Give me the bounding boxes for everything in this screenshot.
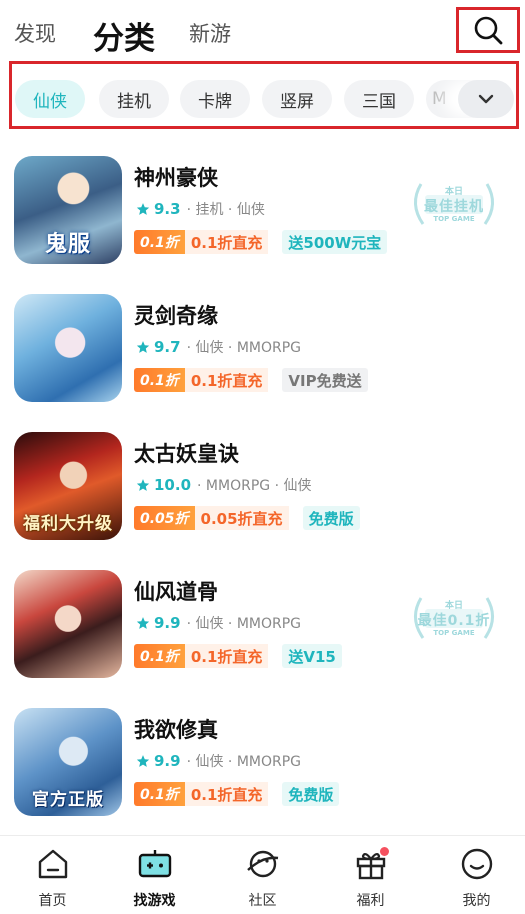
game-card[interactable]: 鬼服 神州豪侠 9.3 · 挂机 · 仙侠 0.1折 0.1折直充 送500W元… (0, 156, 525, 266)
game-tags: · 仙侠 · MMORPG (186, 754, 302, 770)
game-meta: 9.9 · 仙侠 · MMORPG (136, 613, 301, 633)
planet-icon (247, 850, 279, 878)
star-icon (136, 755, 150, 767)
game-card[interactable]: 灵剑奇缘 9.7 · 仙侠 · MMORPG 0.1折 0.1折直充 VIP免费… (0, 294, 525, 404)
game-title: 太古妖皇诀 (134, 442, 239, 466)
game-score: 10.0 (154, 476, 192, 494)
perk-tag: VIP免费送 (282, 368, 368, 392)
nav-label: 我的 (462, 893, 491, 909)
game-meta: 9.3 · 挂机 · 仙侠 (136, 199, 265, 219)
tab-category[interactable]: 分类 (93, 13, 155, 58)
game-tags: · 仙侠 · MMORPG (186, 340, 302, 356)
discount-badge: 0.1折 (134, 644, 185, 668)
nav-find-games[interactable]: 找游戏 (102, 836, 207, 914)
chip-xianxia[interactable]: 仙侠 (15, 80, 85, 118)
cover-caption: 福利大升级 (23, 514, 113, 534)
perk-tag: 免费版 (302, 506, 360, 530)
game-meta: 9.9 · 仙侠 · MMORPG (136, 751, 301, 771)
game-title: 我欲修真 (134, 718, 218, 742)
game-score: 9.9 (154, 614, 181, 632)
deal-row: 0.1折 0.1折直充 VIP免费送 (134, 368, 368, 392)
top-tab-bar: 发现 分类 新游 (0, 0, 525, 62)
discount-badge: 0.1折 (134, 782, 185, 806)
game-cover-image (14, 570, 122, 678)
game-cover-image: 福利大升级 (14, 432, 122, 540)
discount-text: 0.1折直充 (184, 644, 269, 668)
chip-card[interactable]: 卡牌 (180, 80, 250, 118)
discount-text: 0.1折直充 (184, 230, 269, 254)
game-title: 仙风道骨 (134, 580, 218, 604)
game-cover-image: 鬼服 (14, 156, 122, 264)
game-title: 灵剑奇缘 (134, 304, 218, 328)
award-line-3: TOP GAME (433, 629, 475, 637)
chip-three-kingdoms[interactable]: 三国 (344, 80, 414, 118)
cover-caption: 鬼服 (44, 232, 91, 257)
game-card[interactable]: 官方正版 我欲修真 9.9 · 仙侠 · MMORPG 0.1折 0.1折直充 … (0, 708, 525, 818)
cover-caption: 官方正版 (32, 790, 104, 810)
smile-icon (461, 848, 493, 880)
discount-text: 0.05折直充 (194, 506, 289, 530)
game-cover-image (14, 294, 122, 402)
game-title: 神州豪侠 (134, 166, 218, 190)
game-cover-image: 官方正版 (14, 708, 122, 816)
game-score: 9.9 (154, 752, 181, 770)
nav-home[interactable]: 首页 (0, 836, 105, 914)
nav-community[interactable]: 社区 (210, 836, 315, 914)
tab-discover[interactable]: 发现 (14, 18, 56, 48)
award-line-2: 最佳0.1折 (417, 613, 491, 629)
nav-welfare[interactable]: 福利 (318, 836, 423, 914)
chip-vertical[interactable]: 竖屏 (262, 80, 332, 118)
nav-label: 首页 (38, 893, 67, 909)
game-tags: · MMORPG · 仙侠 (197, 478, 312, 494)
deal-row: 0.1折 0.1折直充 免费版 (134, 782, 340, 806)
star-icon (136, 203, 150, 215)
game-tags: · 仙侠 · MMORPG (186, 616, 302, 632)
game-card[interactable]: 仙风道骨 9.9 · 仙侠 · MMORPG 0.1折 0.1折直充 送V15 … (0, 570, 525, 680)
star-icon (136, 479, 150, 491)
perk-tag: 送V15 (282, 644, 342, 668)
chevron-down-icon (478, 94, 494, 104)
category-chip-row: 仙侠 挂机 卡牌 竖屏 三国 M (9, 61, 519, 129)
award-badge: 本日 最佳0.1折 TOP GAME (407, 592, 501, 646)
discount-badge: 0.1折 (134, 230, 185, 254)
notification-dot (380, 847, 389, 856)
search-icon (474, 16, 503, 45)
star-icon (136, 341, 150, 353)
deal-row: 0.05折 0.05折直充 免费版 (134, 506, 360, 530)
award-line-2: 最佳挂机 (424, 199, 484, 215)
award-line-3: TOP GAME (433, 215, 475, 223)
search-button[interactable] (456, 7, 520, 53)
game-meta: 9.7 · 仙侠 · MMORPG (136, 337, 301, 357)
star-icon (136, 617, 150, 629)
game-card[interactable]: 福利大升级 太古妖皇诀 10.0 · MMORPG · 仙侠 0.05折 0.0… (0, 432, 525, 542)
discount-badge: 0.05折 (134, 506, 195, 530)
nav-label: 社区 (248, 893, 277, 909)
game-score: 9.7 (154, 338, 181, 356)
nav-label: 福利 (356, 893, 385, 909)
perk-tag: 免费版 (282, 782, 340, 806)
discount-badge: 0.1折 (134, 368, 185, 392)
expand-categories-button[interactable] (458, 80, 514, 118)
award-badge: 本日 最佳挂机 TOP GAME (407, 178, 501, 232)
deal-row: 0.1折 0.1折直充 送500W元宝 (134, 230, 388, 254)
gamepad-icon (138, 850, 172, 878)
game-tags: · 挂机 · 仙侠 (186, 202, 265, 218)
discount-text: 0.1折直充 (184, 368, 269, 392)
home-icon (38, 849, 68, 879)
chip-idle[interactable]: 挂机 (99, 80, 169, 118)
perk-tag: 送500W元宝 (282, 230, 388, 254)
nav-me[interactable]: 我的 (424, 836, 525, 914)
deal-row: 0.1折 0.1折直充 送V15 (134, 644, 342, 668)
nav-label: 找游戏 (133, 893, 176, 909)
game-meta: 10.0 · MMORPG · 仙侠 (136, 475, 311, 495)
bottom-nav-bar: 首页 找游戏 社区 福利 我的 (0, 835, 525, 914)
game-score: 9.3 (154, 200, 181, 218)
discount-text: 0.1折直充 (184, 782, 269, 806)
tab-new-games[interactable]: 新游 (189, 18, 231, 48)
